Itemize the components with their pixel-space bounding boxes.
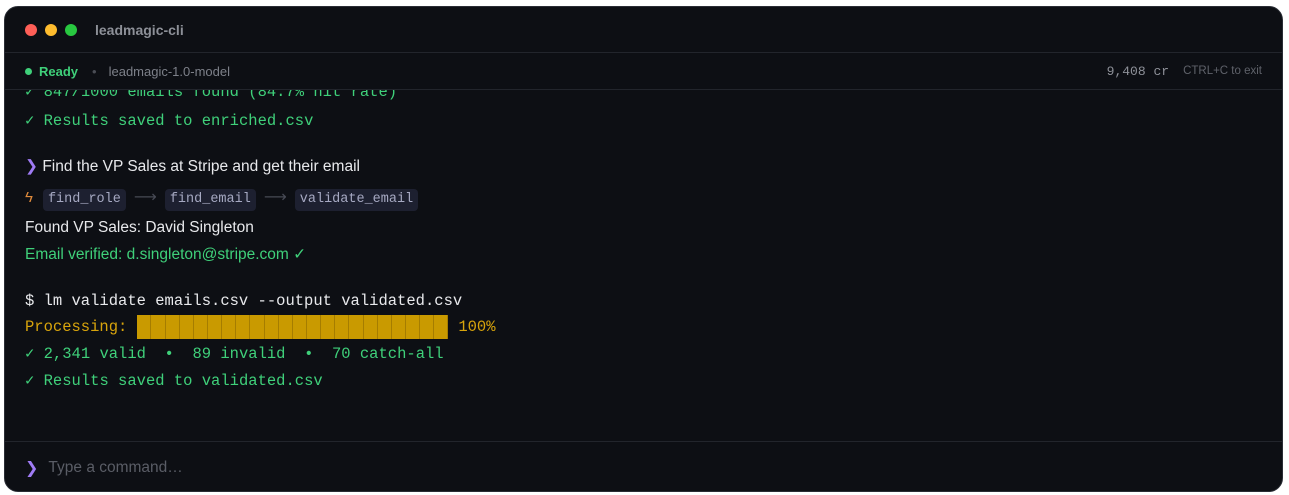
credit-balance: 9,408 cr <box>1106 63 1170 79</box>
progress-segment <box>349 315 364 339</box>
tool-chain: ϟ find_role ⟶ find_email ⟶ validate_email <box>25 186 419 211</box>
progress-segment <box>292 315 308 339</box>
email-verified: Email verified: d.singleton@stripe.com ✓ <box>25 246 307 263</box>
minimize-button[interactable] <box>45 23 57 36</box>
arrow-right-icon: ⟶ <box>133 189 157 206</box>
progress-segment <box>321 315 336 339</box>
progress-segment <box>222 315 237 339</box>
progress-segment <box>137 315 152 339</box>
progress-segment <box>278 315 293 339</box>
output-line-validated-saved: ✓ Results saved to validated.csv <box>25 372 323 390</box>
progress-segment <box>165 315 180 339</box>
prompt-caret-icon: ❯ <box>25 158 38 175</box>
output-line-enriched-saved: ✓ Results saved to enriched.csv <box>25 112 314 130</box>
terminal-window: leadmagic-cli Ready • leadmagic-1.0-mode… <box>4 6 1283 492</box>
lightning-icon: ϟ <box>25 189 33 206</box>
model-name: leadmagic-1.0-model <box>108 63 230 79</box>
command-input[interactable] <box>48 458 949 477</box>
status-state: Ready <box>39 63 79 79</box>
status-separator: • <box>92 63 97 79</box>
progress-segment <box>179 315 194 339</box>
command-bar: ❯ <box>5 441 1282 491</box>
progress-segment <box>151 315 166 339</box>
progress-segment <box>236 315 251 339</box>
validation-summary: ✓ 2,341 valid • 89 invalid • 70 catch-al… <box>25 345 444 363</box>
arrow-right-icon: ⟶ <box>263 189 287 206</box>
close-button[interactable] <box>25 23 37 36</box>
progress-segment <box>377 315 392 339</box>
progress-segment <box>250 315 265 339</box>
progress-segment <box>420 315 435 339</box>
title-bar: leadmagic-cli <box>5 7 1282 53</box>
progress-line: Processing: 100% <box>25 315 496 339</box>
status-bar: Ready • leadmagic-1.0-model 9,408 cr CTR… <box>5 53 1282 90</box>
exit-hint: CTRL+C to exit <box>1183 65 1262 77</box>
window-title: leadmagic-cli <box>95 21 184 38</box>
progress-label: Processing: <box>25 318 128 336</box>
terminal-output[interactable]: ✓ 847/1000 emails found (84.7% hit rate)… <box>5 90 1282 441</box>
command-line: $ lm validate emails.csv --output valida… <box>25 292 463 310</box>
maximize-button[interactable] <box>65 23 77 36</box>
progress-segment <box>307 315 322 339</box>
progress-segment <box>335 315 350 339</box>
progress-segment <box>391 315 406 339</box>
tool-chip-validate-email: validate_email <box>294 189 419 211</box>
progress-segment <box>193 315 209 339</box>
tool-chip-find-email: find_email <box>164 189 256 211</box>
output-line-hit-rate: ✓ 847/1000 emails found (84.7% hit rate) <box>25 90 398 101</box>
status-dot-icon <box>25 67 32 75</box>
progress-bar <box>137 315 449 339</box>
progress-segment <box>434 315 449 339</box>
tool-chip-find-role: find_role <box>42 189 126 211</box>
query-line: ❯ Find the VP Sales at Stripe and get th… <box>25 157 360 177</box>
progress-percent: 100% <box>458 318 496 336</box>
progress-segment <box>264 315 279 339</box>
found-result: Found VP Sales: David Singleton <box>25 219 254 236</box>
progress-segment <box>406 315 421 339</box>
progress-segment <box>363 315 378 339</box>
progress-segment <box>208 315 223 339</box>
query-text: Find the VP Sales at Stripe and get thei… <box>42 158 360 175</box>
prompt-caret-icon: ❯ <box>25 459 39 477</box>
